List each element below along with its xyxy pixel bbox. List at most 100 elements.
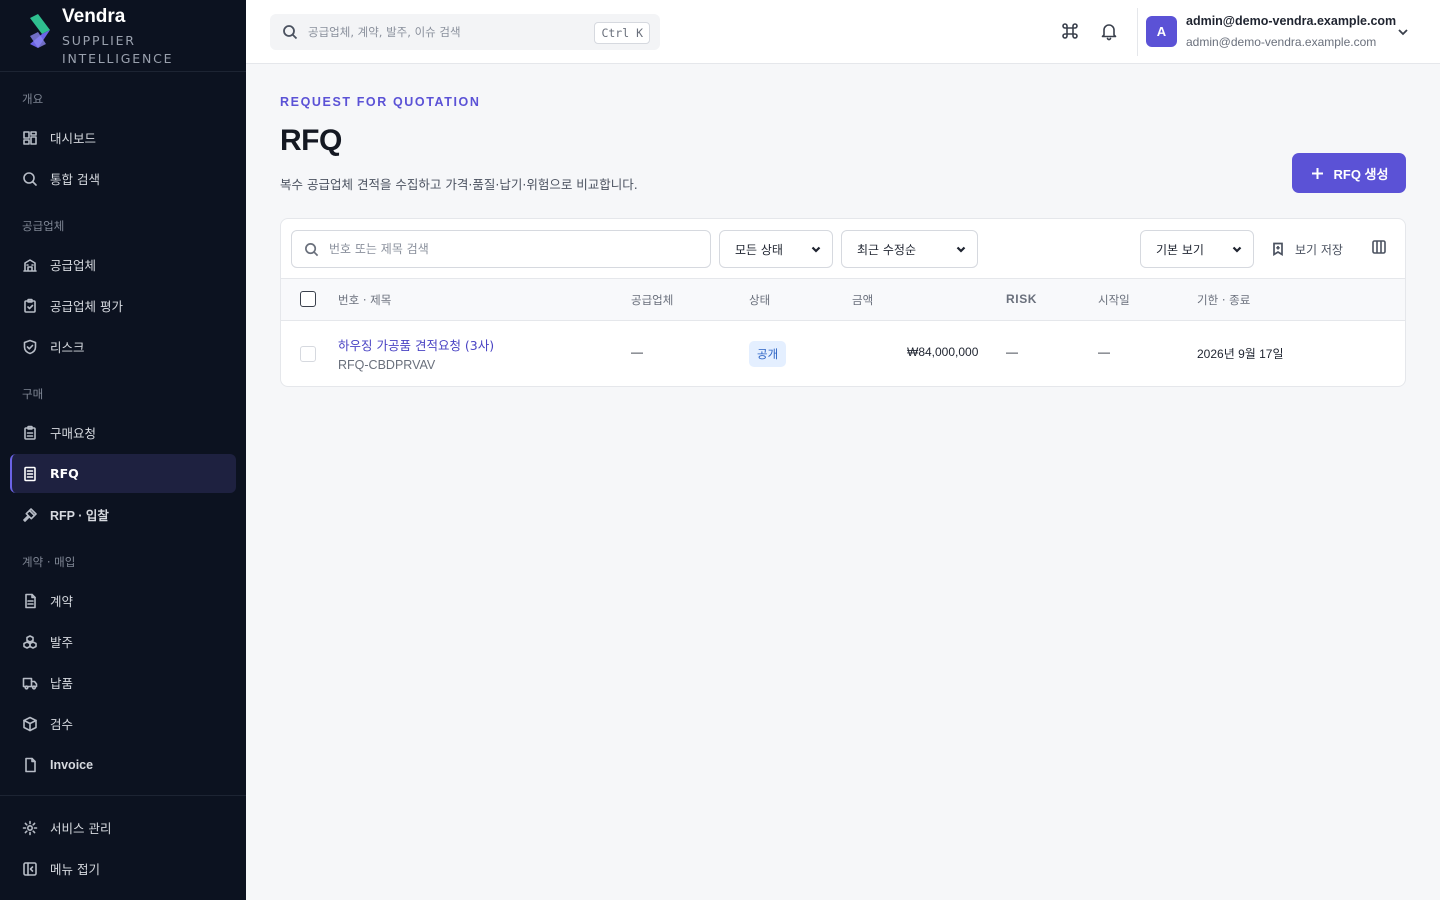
global-search-placeholder: 공급업체, 계약, 발주, 이슈 검색 — [308, 25, 461, 39]
sidebar-item-label: 검수 — [50, 717, 74, 732]
sidebar-item-deliveries[interactable]: 납품 — [10, 663, 236, 702]
column-header-due[interactable]: 기한 · 종료 — [1197, 292, 1250, 308]
notifications-button[interactable] — [1098, 20, 1120, 42]
columns-icon — [1372, 240, 1386, 254]
sidebar-item-risk[interactable]: 리스크 — [10, 327, 236, 366]
topbar: 공급업체, 계약, 발주, 이슈 검색 Ctrl K A admin@demo-… — [246, 0, 1440, 64]
brand: Vendra SUPPLIER INTELLIGENCE — [0, 0, 246, 72]
sidebar-collapse-button[interactable]: 메뉴 접기 — [10, 849, 236, 888]
sidebar-item-label: 대시보드 — [50, 131, 97, 146]
avatar[interactable]: A — [1146, 16, 1177, 47]
search-icon — [22, 171, 38, 187]
topbar-divider — [1137, 8, 1138, 56]
sidebar-item-label: 납품 — [50, 676, 74, 691]
sidebar-item-rfq[interactable]: RFQ — [10, 454, 236, 493]
search-icon — [283, 25, 298, 40]
sidebar-divider — [0, 795, 246, 796]
sidebar-item-supplier-evaluation[interactable]: 공급업체 평가 — [10, 286, 236, 325]
sidebar-item-dashboard[interactable]: 대시보드 — [10, 118, 236, 157]
document-list-icon — [22, 466, 38, 482]
sidebar-item-rfp-bidding[interactable]: RFP · 입찰 — [10, 495, 236, 534]
sidebar-item-service-settings[interactable]: 서비스 관리 — [10, 808, 236, 847]
sidebar-item-suppliers[interactable]: 공급업체 — [10, 245, 236, 284]
sidebar-item-search[interactable]: 통합 검색 — [10, 159, 236, 198]
page-description: 복수 공급업체 견적을 수집하고 가격·품질·납기·위험으로 비교합니다. — [280, 177, 638, 192]
dashboard-icon — [22, 130, 38, 146]
bookmark-icon — [1273, 242, 1283, 256]
shield-icon — [22, 339, 38, 355]
save-view-button[interactable]: 보기 저장 — [1271, 230, 1343, 268]
user-email: admin@demo-vendra.example.com — [1186, 35, 1377, 49]
clipboard-icon — [22, 425, 38, 441]
gavel-icon — [22, 507, 38, 523]
list-search[interactable] — [291, 230, 711, 268]
rfq-code: RFQ-CBDPRVAV — [338, 358, 436, 372]
table-row[interactable]: 하우징 가공품 견적요청 (3사) RFQ-CBDPRVAV — 공개 ₩84,… — [281, 321, 1405, 386]
global-search[interactable]: 공급업체, 계약, 발주, 이슈 검색 Ctrl K — [270, 14, 660, 50]
save-view-label: 보기 저장 — [1295, 242, 1343, 257]
sidebar-item-label: 발주 — [50, 635, 74, 650]
search-icon — [305, 242, 319, 256]
column-header-risk[interactable]: RISK — [1006, 292, 1037, 306]
sort-value: 최근 수정순 — [857, 242, 917, 257]
sidebar-item-label: 공급업체 평가 — [50, 299, 123, 314]
sidebar-item-label: 통합 검색 — [50, 172, 100, 187]
column-header-title[interactable]: 번호 · 제목 — [338, 292, 391, 308]
command-icon — [1062, 23, 1078, 39]
column-header-start-date[interactable]: 시작일 — [1098, 292, 1130, 308]
sidebar-item-label: RFP · 입찰 — [50, 509, 109, 523]
sidebar-collapse-icon — [22, 861, 38, 877]
rfq-due-date: 2026년 9월 17일 — [1197, 347, 1284, 361]
row-checkbox[interactable] — [300, 346, 316, 362]
column-header-status[interactable]: 상태 — [749, 292, 770, 308]
rfq-title-link[interactable]: 하우징 가공품 견적요청 (3사) — [338, 335, 494, 354]
user-name[interactable]: admin@demo-vendra.example.com — [1186, 14, 1396, 28]
page-eyebrow: REQUEST FOR QUOTATION — [280, 95, 481, 109]
sidebar-item-label: RFQ — [50, 466, 79, 481]
contract-icon — [22, 593, 38, 609]
vendra-logo-icon — [26, 14, 54, 54]
sidebar-item-purchase-orders[interactable]: 발주 — [10, 622, 236, 661]
command-palette-button[interactable] — [1059, 20, 1081, 42]
sidebar-item-purchase-request[interactable]: 구매요청 — [10, 413, 236, 452]
column-header-amount[interactable]: 금액 — [852, 292, 873, 308]
view-select[interactable]: 기본 보기 — [1140, 230, 1254, 268]
sort-select[interactable]: 최근 수정순 — [841, 230, 978, 268]
bell-icon — [1101, 24, 1117, 41]
table-header: 번호 · 제목 공급업체 상태 금액 RISK 시작일 기한 · 종료 — [281, 278, 1405, 321]
column-header-supplier[interactable]: 공급업체 — [631, 292, 673, 308]
view-value: 기본 보기 — [1156, 242, 1204, 257]
user-menu-toggle[interactable] — [1396, 24, 1412, 40]
invoice-icon — [22, 757, 38, 773]
list-search-input[interactable] — [329, 242, 689, 256]
nav-section-purchasing: 구매 — [22, 387, 44, 401]
status-badge: 공개 — [749, 341, 787, 367]
chevron-down-icon — [955, 243, 967, 255]
truck-icon — [22, 675, 38, 691]
rfq-list-panel: 모든 상태 최근 수정순 기본 보기 보기 저장 번호 · 제목 공급업체 상태… — [280, 218, 1406, 387]
sidebar-item-label: 메뉴 접기 — [50, 862, 100, 877]
nav-section-contracts: 계약 · 매입 — [22, 555, 76, 569]
building-icon — [22, 257, 38, 273]
nav-section-overview: 개요 — [22, 92, 44, 106]
gear-icon — [22, 820, 38, 836]
sidebar-item-invoice[interactable]: Invoice — [10, 745, 236, 784]
chevron-down-icon — [1398, 29, 1408, 36]
status-filter-value: 모든 상태 — [735, 242, 783, 257]
select-all-checkbox[interactable] — [300, 291, 316, 307]
clipboard-check-icon — [22, 298, 38, 314]
sidebar-item-label: 공급업체 — [50, 258, 97, 273]
rfq-risk: — — [1006, 345, 1018, 359]
search-shortcut-badge: Ctrl K — [594, 22, 650, 44]
sidebar-item-label: 리스크 — [50, 340, 85, 355]
sidebar-item-label: Invoice — [50, 757, 94, 772]
sidebar-item-contracts[interactable]: 계약 — [10, 581, 236, 620]
column-settings-button[interactable] — [1371, 239, 1389, 257]
boxes-icon — [22, 634, 38, 650]
sidebar-item-inspection[interactable]: 검수 — [10, 704, 236, 743]
rfq-amount: ₩84,000,000 — [907, 345, 979, 359]
status-filter-select[interactable]: 모든 상태 — [719, 230, 833, 268]
create-rfq-button[interactable]: RFQ 생성 — [1292, 153, 1406, 193]
create-rfq-label: RFQ 생성 — [1333, 166, 1389, 182]
sidebar: Vendra SUPPLIER INTELLIGENCE 개요 대시보드 통합 … — [0, 0, 246, 900]
